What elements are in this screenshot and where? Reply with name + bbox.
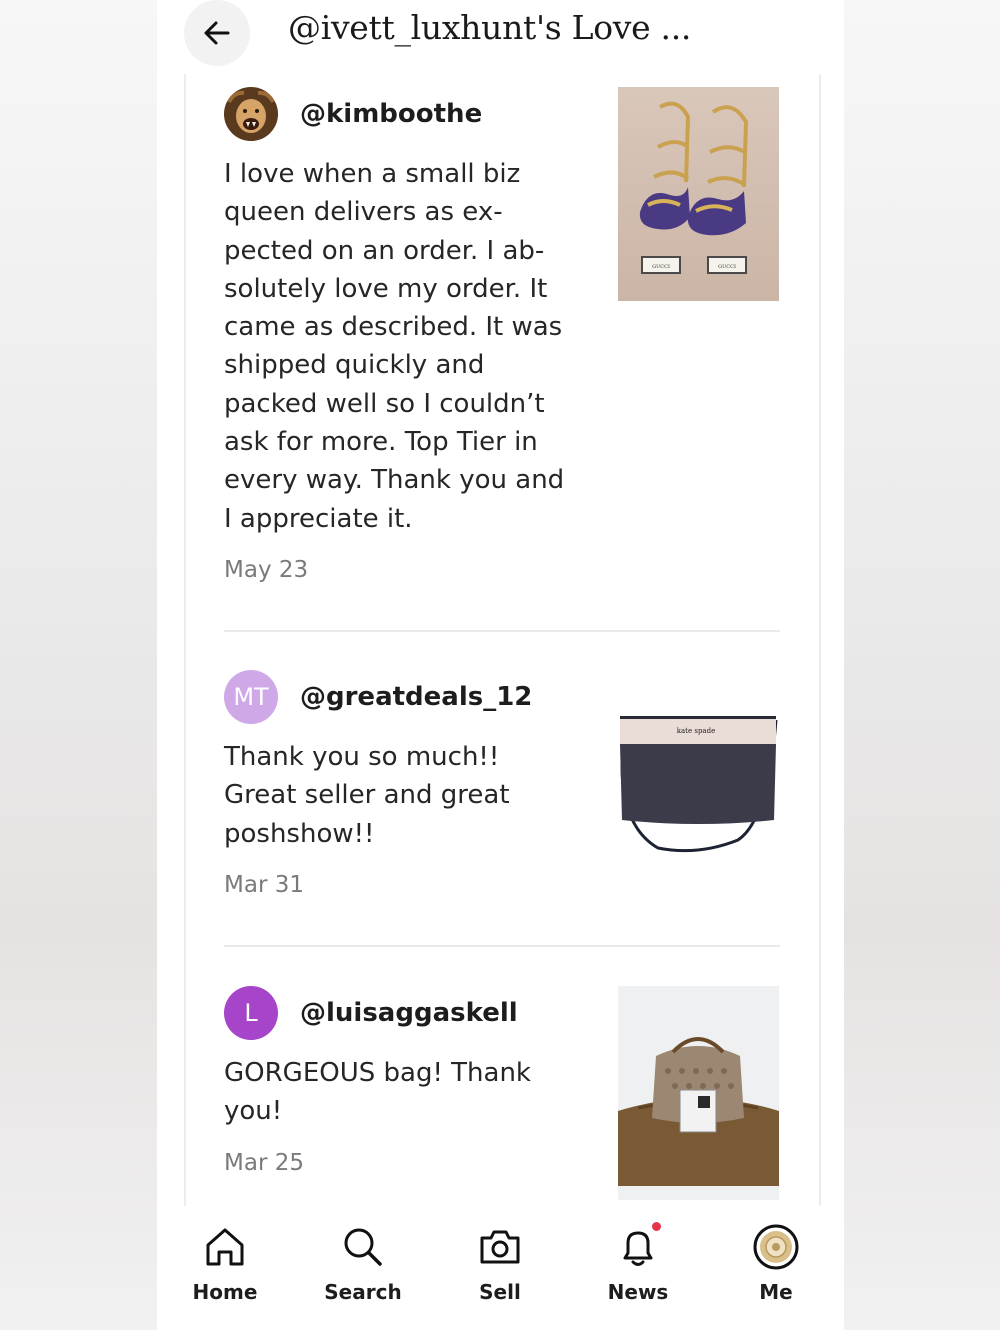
love-notes-list[interactable]: @kimboothe I love when a small biz queen… — [184, 74, 821, 1206]
nav-sell[interactable]: Sell — [440, 1224, 560, 1314]
nav-search[interactable]: Search — [303, 1224, 423, 1314]
bottom-nav: Home Search Sell News Me — [157, 1206, 844, 1330]
review-header: L @luisaggaskell — [224, 986, 518, 1040]
top-bar: @ivett_luxhunt's Love ... — [157, 0, 844, 72]
listing-thumbnail[interactable] — [618, 986, 779, 1200]
listing-thumbnail[interactable]: kate spade — [618, 670, 779, 884]
review-divider — [224, 945, 780, 947]
heels-photo: GUCCI GUCCI — [618, 87, 779, 301]
arrow-left-icon — [204, 21, 230, 45]
review-item: MT @greatdeals_12 Thank you so much!! Gr… — [224, 670, 780, 930]
review-text: I love when a small biz queen delivers a… — [224, 159, 565, 534]
notification-dot — [652, 1222, 661, 1231]
review-item: L @luisaggaskell GORGEOUS bag! Thank you… — [224, 986, 780, 1206]
review-item: @kimboothe I love when a small biz queen… — [224, 87, 780, 607]
search-icon — [340, 1224, 386, 1270]
review-date: May 23 — [224, 557, 309, 583]
avatar[interactable]: MT — [224, 670, 278, 724]
review-divider — [224, 630, 780, 632]
camera-icon — [477, 1224, 523, 1270]
review-header: MT @greatdeals_12 — [224, 670, 532, 724]
review-date: Mar 31 — [224, 872, 304, 898]
crossbody-bag-photo: kate spade — [618, 670, 779, 884]
app-screen: @ivett_luxhunt's Love ... @kimboothe I l… — [157, 0, 844, 1330]
avatar[interactable] — [224, 87, 278, 141]
review-date: Mar 25 — [224, 1150, 304, 1176]
home-icon — [202, 1224, 248, 1270]
nav-me[interactable]: Me — [716, 1224, 836, 1314]
brand-label: kate spade — [677, 727, 715, 735]
nav-label: Sell — [479, 1280, 521, 1304]
nav-label: Me — [759, 1280, 793, 1304]
right-backdrop — [844, 0, 1000, 1330]
bell-icon — [615, 1222, 661, 1270]
listing-thumbnail[interactable]: GUCCI GUCCI — [618, 87, 779, 301]
nav-label: Home — [192, 1280, 258, 1304]
review-text: GORGEOUS bag! Thank you! — [224, 1058, 531, 1127]
review-username[interactable]: @greatdeals_12 — [300, 682, 532, 712]
nav-label: News — [607, 1280, 669, 1304]
brand-card-label: GUCCI — [652, 264, 670, 270]
left-backdrop — [0, 0, 157, 1330]
lion-avatar-image — [224, 87, 278, 141]
back-button[interactable] — [184, 0, 250, 66]
nav-home[interactable]: Home — [165, 1224, 285, 1314]
nav-news[interactable]: News — [578, 1222, 698, 1314]
gucci-handbag-photo — [618, 986, 779, 1200]
review-text: Thank you so much!! Great seller and gre… — [224, 742, 510, 849]
nav-label: Search — [324, 1280, 402, 1304]
avatar[interactable]: L — [224, 986, 278, 1040]
profile-avatar — [753, 1224, 799, 1270]
review-username[interactable]: @luisaggaskell — [300, 998, 518, 1028]
review-header: @kimboothe — [224, 87, 482, 141]
brand-card-label: GUCCI — [718, 264, 736, 270]
review-username[interactable]: @kimboothe — [300, 99, 482, 129]
page-title: @ivett_luxhunt's Love ... — [288, 8, 692, 47]
